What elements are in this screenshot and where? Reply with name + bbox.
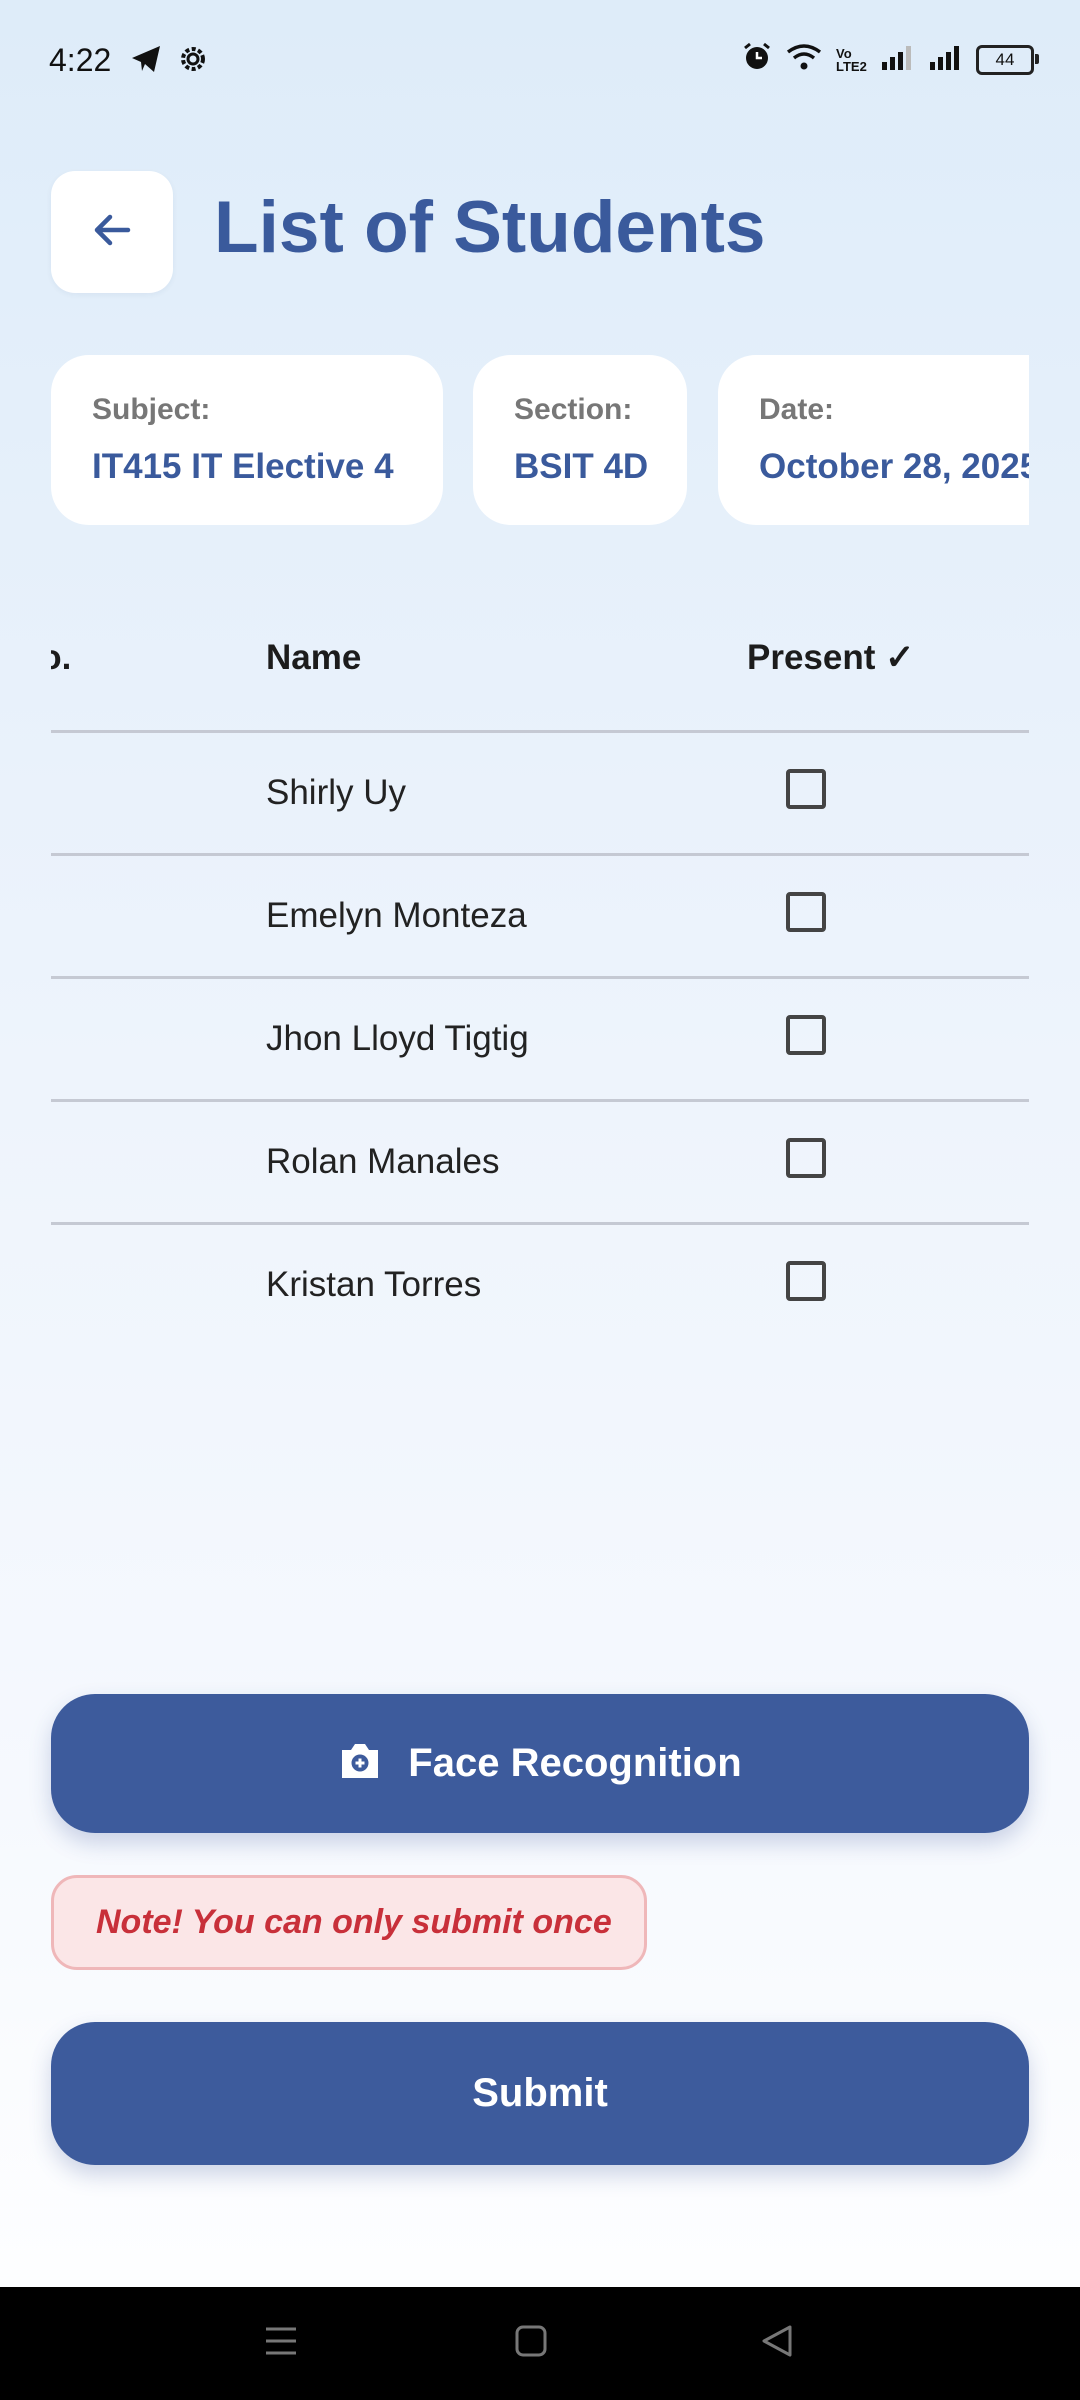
present-checkbox[interactable]	[786, 1261, 826, 1301]
table-header: No. Name Present ✓	[51, 600, 1029, 733]
wifi-icon	[786, 42, 822, 77]
back-button[interactable]	[51, 171, 173, 293]
table-row: Emelyn Monteza	[51, 856, 1029, 979]
present-checkbox[interactable]	[786, 892, 826, 932]
column-header-no: No.	[51, 638, 72, 677]
signal-icon	[880, 44, 914, 75]
menu-icon[interactable]	[264, 2323, 298, 2364]
volte-icon: Vo LTE2	[836, 45, 867, 74]
info-strip[interactable]: Subject: IT415 IT Elective 4 Section: BS…	[51, 355, 1029, 525]
table-row: Rolan Manales	[51, 1102, 1029, 1225]
section-card: Section: BSIT 4D	[473, 355, 687, 525]
arrow-left-icon	[88, 206, 136, 259]
signal-icon	[928, 44, 962, 75]
date-value: October 28, 2025	[759, 447, 1029, 486]
student-name: Shirly Uy	[266, 773, 407, 812]
back-triangle-icon[interactable]	[760, 2323, 794, 2364]
submit-label: Submit	[472, 2071, 608, 2115]
date-label: Date:	[759, 393, 835, 426]
gear-icon	[178, 44, 208, 79]
table-row: Shirly Uy	[51, 733, 1029, 856]
status-time: 4:22	[49, 42, 112, 78]
page-title: List of Students	[214, 187, 766, 268]
navigation-bar	[0, 2287, 1080, 2400]
student-name: Kristan Torres	[266, 1265, 482, 1304]
section-value: BSIT 4D	[514, 447, 649, 486]
subject-card: Subject: IT415 IT Elective 4	[51, 355, 443, 525]
table-row: Kristan Torres	[51, 1225, 1029, 1345]
subject-value: IT415 IT Elective 4	[92, 447, 394, 486]
present-checkbox[interactable]	[786, 1015, 826, 1055]
note-text: Note! You can only submit once	[96, 1903, 612, 1941]
home-icon[interactable]	[514, 2323, 548, 2364]
face-recognition-button[interactable]: Face Recognition	[51, 1694, 1029, 1833]
camera-icon	[338, 1741, 382, 1786]
battery-indicator: 44	[976, 44, 1039, 75]
date-card: Date: October 28, 2025	[718, 355, 1029, 525]
telegram-icon	[130, 44, 162, 79]
section-label: Section:	[514, 393, 633, 426]
submit-note: Note! You can only submit once	[51, 1875, 647, 1970]
submit-button[interactable]: Submit	[51, 2022, 1029, 2165]
present-checkbox[interactable]	[786, 769, 826, 809]
status-bar: 4:22 Vo LTE2 44	[0, 0, 1080, 124]
alarm-icon	[742, 42, 772, 77]
present-checkbox[interactable]	[786, 1138, 826, 1178]
student-name: Rolan Manales	[266, 1142, 500, 1181]
table-row: Jhon Lloyd Tigtig	[51, 979, 1029, 1102]
student-name: Jhon Lloyd Tigtig	[266, 1019, 529, 1058]
column-header-name: Name	[266, 638, 362, 677]
student-name: Emelyn Monteza	[266, 896, 527, 935]
student-table[interactable]: No. Name Present ✓ Shirly Uy Emelyn Mont…	[51, 600, 1029, 1345]
subject-label: Subject:	[92, 393, 211, 426]
face-recognition-label: Face Recognition	[408, 1741, 742, 1785]
column-header-present: Present ✓	[747, 638, 915, 677]
